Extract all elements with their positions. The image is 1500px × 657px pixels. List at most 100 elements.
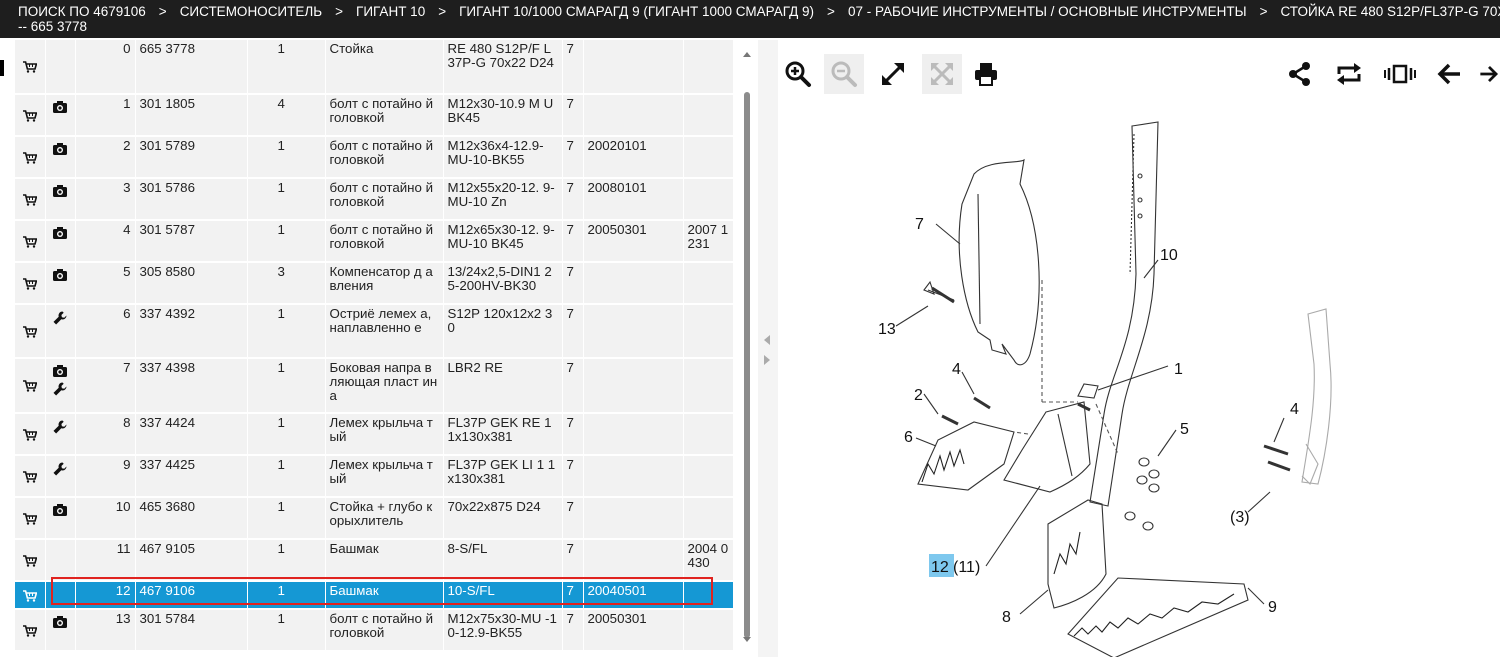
camera-icon[interactable] [52, 100, 68, 114]
camera-icon[interactable] [52, 503, 68, 517]
arrow-right-icon [1480, 65, 1499, 83]
part-number: 301 1805 [135, 94, 248, 136]
part-name: болт с потайно й головкой [325, 220, 444, 262]
label-11: (11) [953, 559, 980, 576]
position-number: 6 [75, 304, 136, 358]
group: 7 [562, 413, 584, 455]
add-to-cart-button[interactable] [15, 94, 46, 136]
scroll-up-icon[interactable] [743, 52, 751, 57]
previous-button[interactable] [1429, 54, 1469, 94]
swap-button[interactable] [1329, 54, 1369, 94]
valid-to [683, 609, 733, 650]
add-to-cart-button[interactable] [15, 358, 46, 413]
add-to-cart-button[interactable] [15, 455, 46, 497]
wrench-icon[interactable] [52, 419, 68, 434]
valid-from: 20080101 [583, 178, 684, 220]
quantity: 1 [247, 609, 326, 650]
cart-icon [22, 151, 38, 164]
breadcrumb-item-system[interactable]: СИСТЕМОНОСИТЕЛЬ [180, 4, 322, 19]
valid-from [583, 539, 684, 581]
add-to-cart-button[interactable] [15, 136, 46, 178]
table-row[interactable]: 13 301 5784 1 болт с потайно й головкой M12x… [15, 609, 733, 650]
valid-from [583, 94, 684, 136]
part-spec: RE 480 S12P/F L37P-G 70x22 D24 [443, 40, 563, 94]
label-10: 10 [1160, 247, 1178, 264]
row-icons [45, 609, 76, 650]
position-number: 0 [75, 40, 136, 94]
selection-highlight [51, 577, 713, 605]
table-scrollbar[interactable] [738, 40, 756, 650]
table-row[interactable]: 4 301 5787 1 болт с потайно й головкой M12x6… [15, 220, 733, 262]
breadcrumb-item-model[interactable]: ГИГАНТ 10 [356, 4, 425, 19]
zoom-in-button[interactable] [778, 54, 818, 94]
label-9: 9 [1268, 599, 1277, 616]
part-number: 337 4392 [135, 304, 248, 358]
wrench-icon[interactable] [52, 310, 68, 325]
table-row[interactable]: 9 337 4425 1 Лемех крыльча тый FL37P GEK LI … [15, 455, 733, 497]
add-to-cart-button[interactable] [15, 262, 46, 304]
collapse-right-icon[interactable] [764, 355, 770, 365]
table-row[interactable]: 6 337 4392 1 Остриё лемех а, наплавленно еS… [15, 304, 733, 358]
table-row[interactable]: 0 665 3778 1 Стойка RE 480 S12P/F L37P-G 70x… [15, 40, 733, 94]
wrench-icon[interactable] [52, 381, 68, 396]
table-row[interactable]: 7 337 4398 1 Боковая напра вляющая пласт ин… [15, 358, 733, 413]
breadcrumb-item-group[interactable]: 07 - РАБОЧИЕ ИНСТРУМЕНТЫ / ОСНОВНЫЕ ИНСТ… [848, 4, 1247, 19]
scroll-down-icon[interactable] [743, 637, 751, 642]
table-row[interactable]: 10 465 3680 1 Стойка + глубо корыхлитель 70x… [15, 497, 733, 539]
wrench-icon[interactable] [52, 461, 68, 476]
camera-icon[interactable] [52, 615, 68, 629]
label-13: 13 [878, 321, 896, 338]
add-to-cart-button[interactable] [15, 609, 46, 650]
breadcrumb-item-search[interactable]: ПОИСК ПО 4679106 [18, 4, 146, 19]
parts-table: 0 665 3778 1 Стойка RE 480 S12P/F L37P-G 70x… [15, 40, 733, 650]
zoom-out-button[interactable] [824, 54, 864, 94]
add-to-cart-button[interactable] [15, 178, 46, 220]
exploded-parts-diagram[interactable]: 7 10 13 1 4 2 6 5 4 (3) 12 (11) 8 9 [778, 104, 1500, 657]
carousel-button[interactable] [1380, 54, 1420, 94]
table-row[interactable]: 5 305 8580 3 Компенсатор д авления 13/24x2,5… [15, 262, 733, 304]
breadcrumb-item-assembly[interactable]: СТОЙКА RE 480 S12P/FL37P-G 70X22 D24 [1281, 4, 1500, 19]
table-row[interactable]: 3 301 5786 1 болт с потайно й головкой M12x5… [15, 178, 733, 220]
add-to-cart-button[interactable] [15, 581, 46, 609]
next-button[interactable] [1478, 54, 1500, 94]
print-button[interactable] [966, 54, 1006, 94]
table-row[interactable]: 8 337 4424 1 Лемех крыльча тый FL37P GEK RE … [15, 413, 733, 455]
breadcrumb-item-variant[interactable]: ГИГАНТ 10/1000 СМАРАГД 9 (ГИГАНТ 1000 СМ… [459, 4, 814, 19]
add-to-cart-button[interactable] [15, 40, 46, 94]
panel-splitter[interactable] [758, 40, 778, 657]
part-spec: M12x36x4-12.9- MU-10-BK55 [443, 136, 563, 178]
camera-icon[interactable] [52, 268, 68, 282]
row-icons [45, 304, 76, 358]
scrollbar-thumb[interactable] [744, 92, 750, 638]
breadcrumb-continuation: -- 665 3778 [18, 19, 88, 34]
group: 7 [562, 220, 584, 262]
camera-icon[interactable] [52, 184, 68, 198]
add-to-cart-button[interactable] [15, 220, 46, 262]
valid-to [683, 94, 733, 136]
part-number: 301 5789 [135, 136, 248, 178]
part-number: 305 8580 [135, 262, 248, 304]
row-icons [45, 262, 76, 304]
share-button[interactable] [1280, 54, 1320, 94]
valid-to [683, 304, 733, 358]
row-icons [45, 455, 76, 497]
camera-icon[interactable] [52, 364, 68, 378]
table-row[interactable]: 11 467 9105 1 Башмак 8-S/FL 7 2004 0430 [15, 539, 733, 581]
table-row[interactable]: 1 301 1805 4 болт с потайно й головкой M12x3… [15, 94, 733, 136]
zoom-out-icon [831, 61, 857, 87]
camera-icon[interactable] [52, 142, 68, 156]
part-name: Лемех крыльча тый [325, 455, 444, 497]
position-number: 10 [75, 497, 136, 539]
table-row[interactable]: 2 301 5789 1 болт с потайно й головкой M12x3… [15, 136, 733, 178]
add-to-cart-button[interactable] [15, 497, 46, 539]
add-to-cart-button[interactable] [15, 304, 46, 358]
valid-to: 2007 1231 [683, 220, 733, 262]
add-to-cart-button[interactable] [15, 539, 46, 581]
expand-button[interactable] [873, 54, 913, 94]
collapse-left-icon[interactable] [764, 335, 770, 345]
position-number: 5 [75, 262, 136, 304]
fit-button[interactable] [922, 54, 962, 94]
quantity: 1 [247, 178, 326, 220]
add-to-cart-button[interactable] [15, 413, 46, 455]
camera-icon[interactable] [52, 226, 68, 240]
